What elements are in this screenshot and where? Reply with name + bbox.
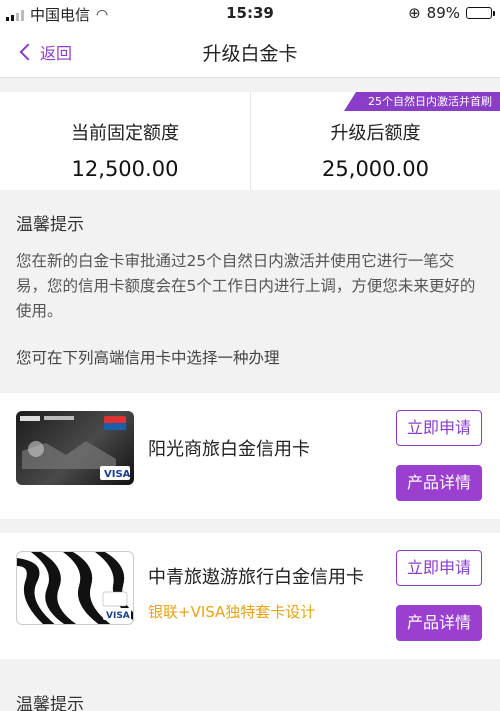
apply-button[interactable]: 立即申请 <box>396 410 482 446</box>
upgraded-quota-value: 25,000.00 <box>322 157 429 181</box>
card-name: 中青旅遨游旅行白金信用卡 <box>148 567 364 588</box>
svg-text:VISA: VISA <box>104 469 131 480</box>
current-quota-value: 12,500.00 <box>71 157 179 181</box>
quota-panel: 当前固定额度 12,500.00 升级后额度 25,000.00 25个自然日内… <box>0 92 500 190</box>
detail-button[interactable]: 产品详情 <box>396 605 482 641</box>
card-image-sunshine[interactable]: VISA <box>16 411 134 485</box>
tips-heading-2: 温馨提示 <box>16 695 84 711</box>
card-item: VISA 中青旅遨游旅行白金信用卡 银联+VISA独特套卡设计 立即申请 产品详… <box>0 533 500 659</box>
apply-button[interactable]: 立即申请 <box>396 550 482 586</box>
detail-button[interactable]: 产品详情 <box>396 465 482 501</box>
orientation-lock-icon: ⊕ <box>408 4 421 22</box>
battery-percent: 89% <box>426 4 460 22</box>
card-item: VISA 阳光商旅白金信用卡 立即申请 产品详情 <box>0 393 500 519</box>
tips-heading: 温馨提示 <box>16 215 84 235</box>
status-bar: 中国电信 ◠ 15:39 ⊕ 89% <box>0 0 500 26</box>
nav-bar: 返回 升级白金卡 <box>0 26 500 78</box>
tips-section: 温馨提示 您在新的白金卡审批通过25个自然日内激活并使用它进行一笔交易，您的信用… <box>0 200 500 392</box>
battery-icon <box>466 7 495 19</box>
card-subtitle: 银联+VISA独特套卡设计 <box>148 603 316 621</box>
activation-ribbon: 25个自然日内激活并首刷 <box>344 92 500 111</box>
upgraded-quota-label: 升级后额度 <box>330 123 421 144</box>
tips-body: 您在新的白金卡审批通过25个自然日内激活并使用它进行一笔交易，您的信用卡额度会在… <box>16 252 476 320</box>
current-quota-label: 当前固定额度 <box>71 123 179 144</box>
current-quota: 当前固定额度 12,500.00 <box>0 92 250 190</box>
status-right: ⊕ 89% <box>408 4 495 22</box>
card-image-cyts[interactable]: VISA <box>16 551 134 625</box>
card-name: 阳光商旅白金信用卡 <box>148 439 310 460</box>
svg-text:VISA: VISA <box>106 611 130 621</box>
tips-choose: 您可在下列高端信用卡中选择一种办理 <box>16 349 280 367</box>
page-title: 升级白金卡 <box>202 43 298 65</box>
